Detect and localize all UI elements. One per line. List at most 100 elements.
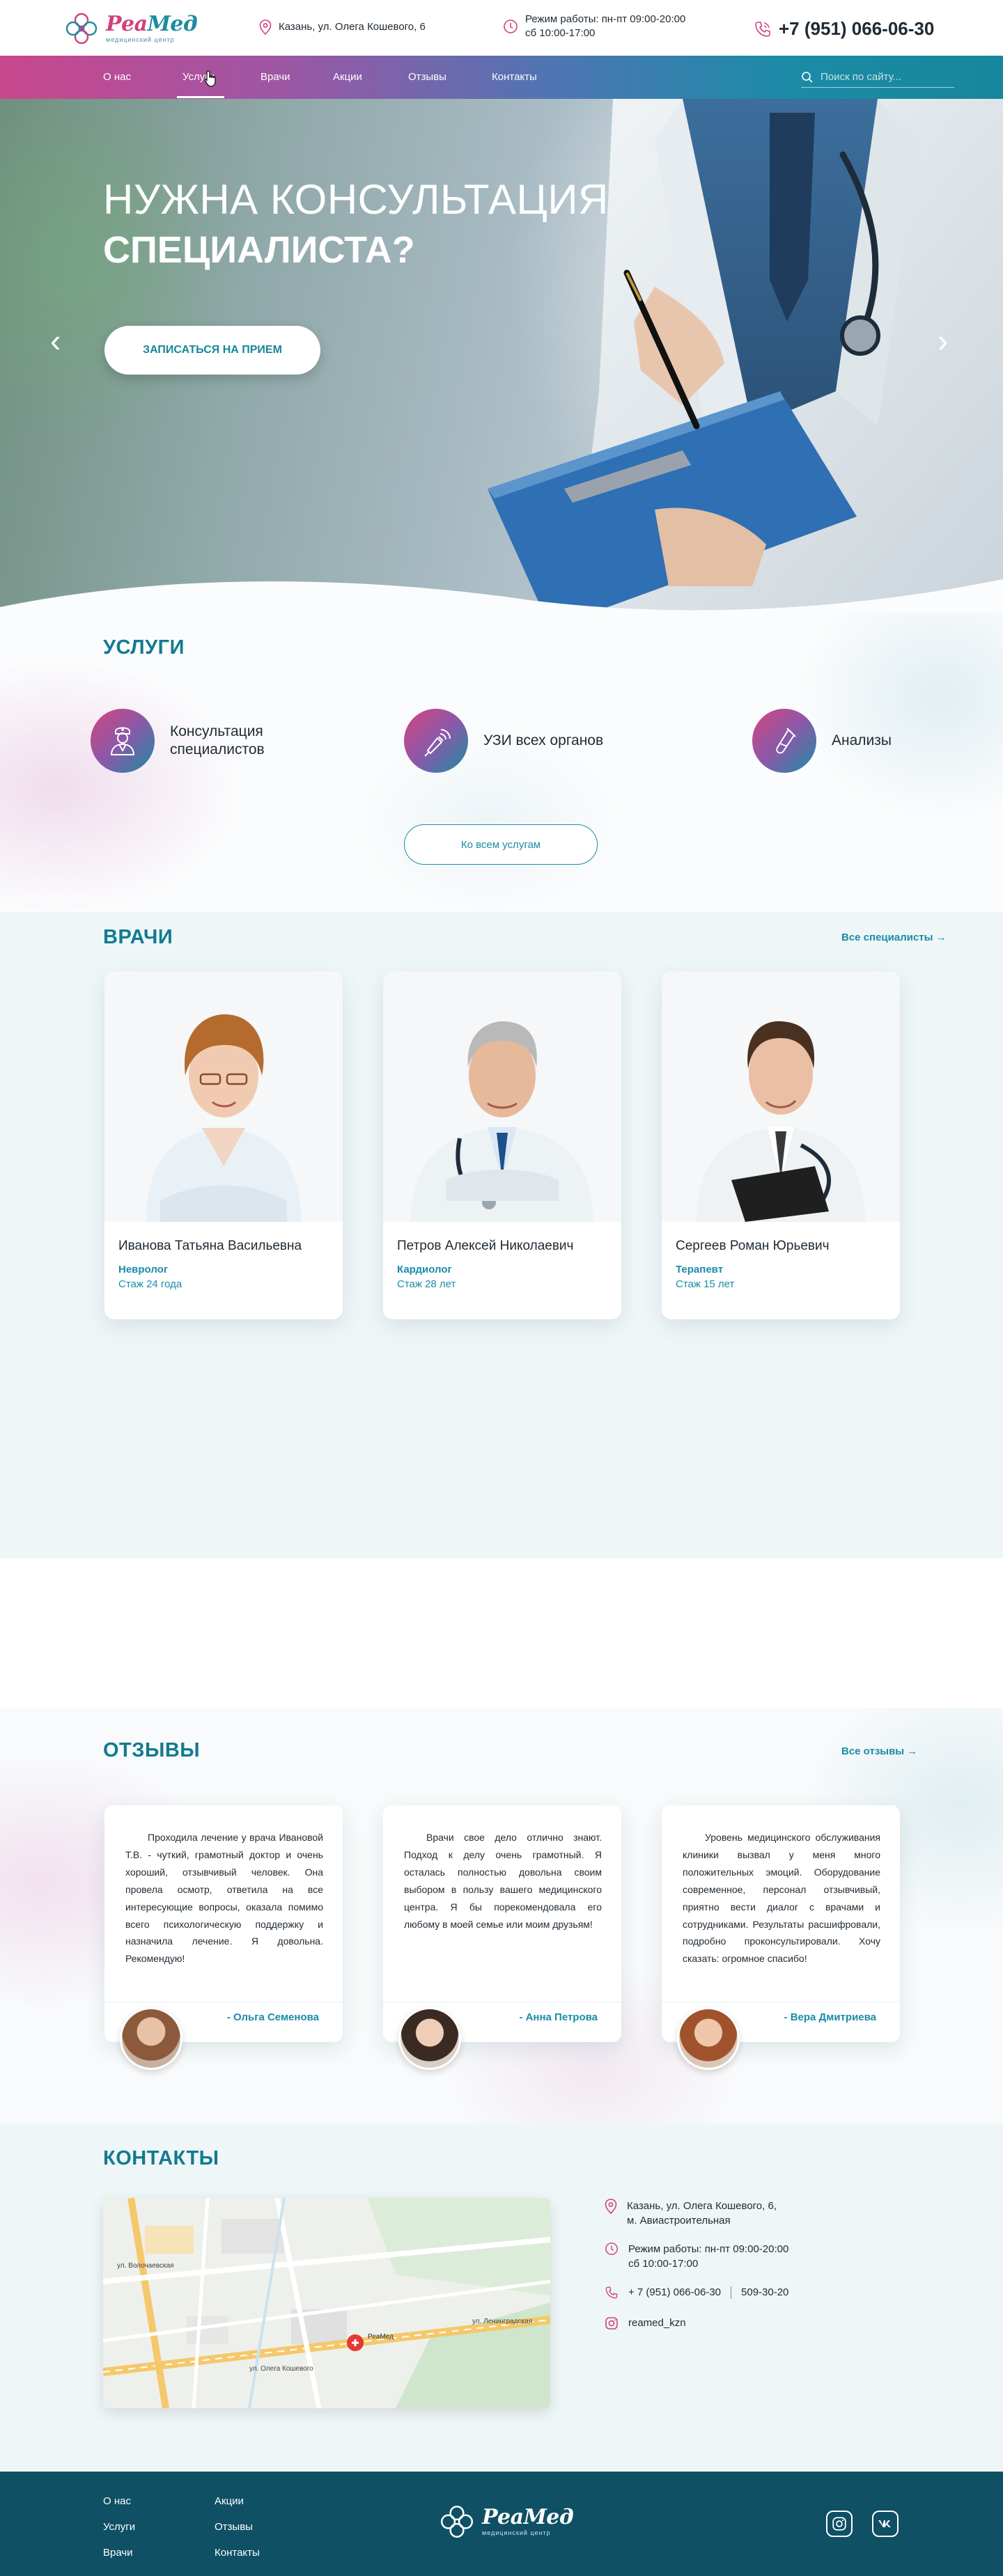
review-card: Проходила лечение у врача Ивановой Т.В. … — [104, 1805, 343, 2070]
avatar — [677, 2007, 740, 2070]
footer-link-contacts[interactable]: Контакты — [215, 2547, 260, 2559]
doctor-card[interactable]: Петров Алексей Николаевич Кардиолог Стаж… — [383, 971, 621, 1319]
nav-item-about[interactable]: О нас — [103, 56, 131, 99]
review-author: - Ольга Семенова — [226, 2011, 319, 2023]
all-services-button[interactable]: Ко всем услугам — [404, 824, 598, 865]
review-author: - Вера Дмитриева — [784, 2011, 876, 2023]
map[interactable]: РеаМед ул. Олега Кошевого ул. Ленинградс… — [103, 2198, 550, 2408]
hero-title-line1: НУЖНА КОНСУЛЬТАЦИЯ — [103, 176, 609, 223]
search-icon[interactable] — [801, 71, 814, 84]
review-text: Врачи свое дело отлично знают. Подход к … — [404, 1832, 602, 1930]
avatar — [398, 2007, 461, 2070]
contact-hours-line2: сб 10:00-17:00 — [628, 2258, 699, 2270]
logo-name-part1: Реа — [106, 12, 148, 36]
doctor-photo — [383, 971, 621, 1222]
logo-subtitle: медицинский центр — [106, 36, 175, 43]
doctors-section: ВРАЧИ Все специалисты → Иванова Татьяна … — [0, 912, 1003, 1558]
doctor-specialty: Невролог — [118, 1264, 169, 1275]
contact-hours: Режим работы: пн-пт 09:00-20:00 сб 10:00… — [605, 2242, 788, 2271]
clock-icon — [605, 2243, 618, 2255]
footer-logo-name-part1: Реа — [482, 2505, 524, 2529]
all-doctors-link[interactable]: Все специалисты → — [841, 932, 947, 943]
contacts-section: КОНТАКТЫ РеаМед ул. Олега Кошевого ул. Л… — [0, 2123, 1003, 2472]
phone-icon — [755, 21, 770, 37]
contact-address-line1: Казань, ул. Олега Кошевого, 6, — [627, 2200, 777, 2212]
search-input[interactable] — [821, 71, 946, 83]
nav-item-contacts[interactable]: Контакты — [492, 56, 537, 99]
logo[interactable]: РеаМед медицинский центр — [63, 10, 198, 47]
header-hours: Режим работы: пн-пт 09:00-20:00 сб 10:00… — [503, 13, 685, 41]
location-pin-icon — [605, 2199, 617, 2214]
nav-active-underline — [177, 96, 224, 98]
services-title: УСЛУГИ — [103, 636, 185, 659]
service-label: УЗИ всех органов — [483, 732, 604, 748]
doctors-title: ВРАЧИ — [103, 926, 173, 948]
slider-prev-arrow[interactable]: ‹ — [50, 322, 61, 359]
contact-instagram[interactable]: reamed_kzn — [605, 2316, 686, 2330]
all-reviews-link[interactable]: Все отзывы → — [841, 1745, 917, 1757]
doctor-experience: Стаж 24 года — [118, 1278, 182, 1290]
header-phone[interactable]: +7 (951) 066-06-30 — [754, 17, 934, 41]
phone-icon — [605, 2286, 618, 2298]
reviews-title: ОТЗЫВЫ — [103, 1739, 201, 1761]
service-label: Анализы — [832, 732, 892, 748]
contact-address: Казань, ул. Олега Кошевого, 6, м. Авиаст… — [605, 2199, 777, 2228]
location-pin-icon — [259, 19, 272, 35]
review-text: Проходила лечение у врача Ивановой Т.В. … — [125, 1832, 323, 1965]
footer: О нас Услуги Врачи Акции Отзывы Контакты… — [0, 2472, 1003, 2576]
footer-menu-col2: Акции Отзывы Контакты — [215, 2495, 260, 2559]
reviews-section: ОТЗЫВЫ Все отзывы → Проходила лечение у … — [0, 1708, 1003, 2123]
review-card: Уровень медицинского обслуживания клиник… — [662, 1805, 900, 2070]
doctor-name: Петров Алексей Николаевич — [397, 1239, 574, 1253]
nav-item-reviews[interactable]: Отзывы — [408, 56, 446, 99]
footer-logo-subtitle: медицинский центр — [482, 2529, 551, 2536]
vk-icon[interactable] — [872, 2511, 899, 2537]
book-appointment-button[interactable]: ЗАПИСАТЬСЯ НА ПРИЕМ — [104, 326, 320, 375]
service-label: Консультация специалистов — [170, 723, 265, 757]
contact-phone-primary[interactable]: + 7 (951) 066-06-30 — [628, 2285, 721, 2300]
header-hours-line2: сб 10:00-17:00 — [525, 27, 596, 40]
contact-phone-secondary[interactable]: 509-30-20 — [741, 2285, 788, 2300]
search-field — [801, 67, 954, 88]
ultrasound-icon — [404, 709, 468, 773]
footer-link-doctors[interactable]: Врачи — [103, 2547, 135, 2559]
footer-logo[interactable]: РеаМед медицинский центр — [437, 2502, 574, 2541]
map-marker-label: РеаМед — [368, 2333, 394, 2341]
nav-item-doctors[interactable]: Врачи — [261, 56, 290, 99]
hero-banner: НУЖНА КОНСУЛЬТАЦИЯ СПЕЦИАЛИСТА? ЗАПИСАТЬ… — [0, 99, 1003, 628]
service-item-consultation[interactable]: Консультация специалистов — [91, 709, 295, 773]
footer-link-reviews[interactable]: Отзывы — [215, 2521, 260, 2533]
review-text: Уровень медицинского обслуживания клиник… — [683, 1832, 880, 1965]
service-item-ultrasound[interactable]: УЗИ всех органов — [404, 709, 637, 773]
doctor-icon — [91, 709, 155, 773]
doctor-specialty: Терапевт — [676, 1264, 724, 1275]
logo-icon — [440, 2505, 474, 2538]
hero-title-line2: СПЕЦИАЛИСТА? — [103, 229, 415, 271]
doctor-card[interactable]: Иванова Татьяна Васильевна Невролог Стаж… — [104, 971, 343, 1319]
doctor-card[interactable]: Сергеев Роман Юрьевич Терапевт Стаж 15 л… — [662, 971, 900, 1319]
logo-icon — [65, 13, 98, 45]
avatar — [120, 2007, 182, 2070]
header-address: Казань, ул. Олега Кошевого, 6 — [259, 19, 426, 35]
footer-link-services[interactable]: Услуги — [103, 2521, 135, 2533]
header-address-text: Казань, ул. Олега Кошевого, 6 — [279, 20, 426, 33]
logo-name-part2: Мед — [147, 12, 198, 36]
header-hours-line1: Режим работы: пн-пт 09:00-20:00 — [525, 13, 686, 25]
slider-next-arrow[interactable]: › — [938, 322, 948, 359]
doctor-photo — [662, 971, 900, 1222]
footer-link-promotions[interactable]: Акции — [215, 2495, 260, 2507]
instagram-icon[interactable] — [826, 2511, 853, 2537]
nav-item-promotions[interactable]: Акции — [333, 56, 362, 99]
review-card: Врачи свое дело отлично знают. Подход к … — [383, 1805, 621, 2070]
clock-icon — [504, 19, 518, 34]
instagram-icon — [605, 2316, 618, 2330]
contact-instagram-handle[interactable]: reamed_kzn — [628, 2316, 686, 2330]
doctor-experience: Стаж 28 лет — [397, 1278, 456, 1290]
doctor-photo — [104, 971, 343, 1222]
header-phone-number[interactable]: +7 (951) 066-06-30 — [779, 17, 934, 41]
spacer-band — [0, 1558, 1003, 1708]
service-item-tests[interactable]: Анализы — [752, 709, 957, 773]
footer-link-about[interactable]: О нас — [103, 2495, 135, 2507]
doctor-experience: Стаж 15 лет — [676, 1278, 735, 1290]
main-nav: О нас Услуги Врачи Акции Отзывы Контакты — [0, 56, 1003, 99]
